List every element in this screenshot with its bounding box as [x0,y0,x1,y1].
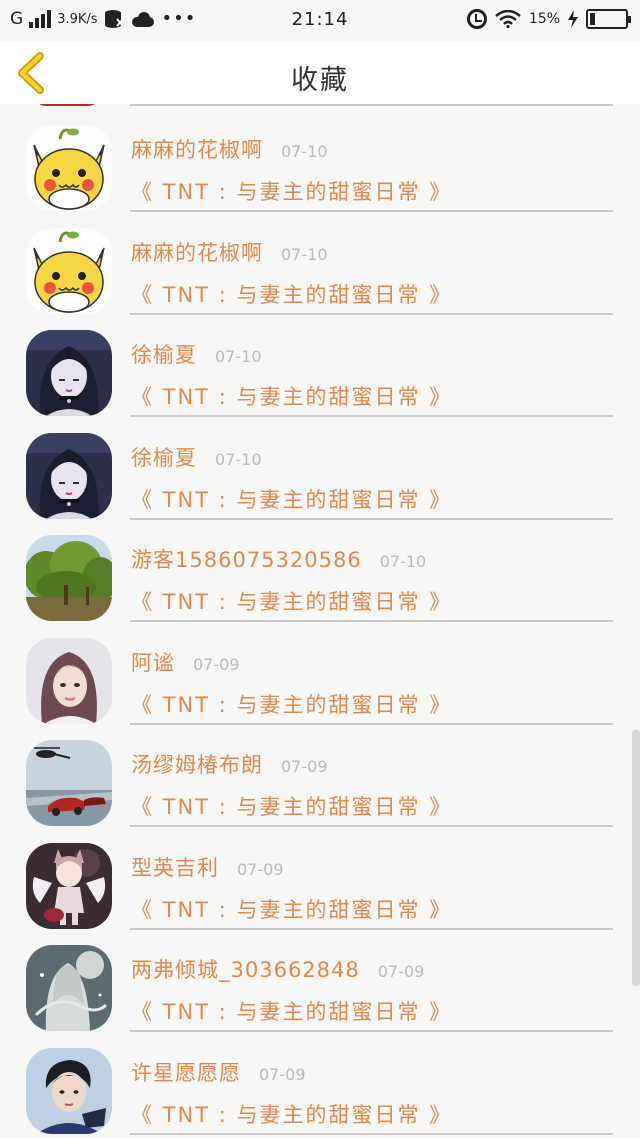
item-date: 07-10 [281,244,328,264]
battery-level [590,13,596,25]
alarm-icon [466,9,487,29]
user-name[interactable]: 许星愿愿愿 [131,1057,241,1087]
user-name[interactable]: 徐榆夏 [131,442,197,472]
item-header: 两弗倾城_303662848 07-09 [131,954,424,984]
book-title[interactable]: 《 TNT : 与妻主的甜蜜日常 》 [131,791,452,821]
user-name[interactable]: 麻麻的花椒啊 [131,237,263,267]
favorites-list[interactable]: 麻麻的花椒啊 07-10 《 TNT : 与妻主的甜蜜日常 》 麻麻的花椒啊 0… [0,104,640,1138]
page-title: 收藏 [291,65,349,96]
item-date: 07-10 [379,552,427,571]
battery-percent: 15% [528,11,560,27]
item-header: 型英吉利 07-09 [131,852,284,882]
item-date: 07-10 [215,449,262,469]
item-header: 许星愿愿愿 07-09 [131,1057,306,1087]
scrollbar[interactable] [632,730,640,986]
list-item[interactable]: 阿谧 07-09 《 TNT : 与妻主的甜蜜日常 》 [0,632,640,735]
list-item[interactable]: 型英吉利 07-09 《 TNT : 与妻主的甜蜜日常 》 [0,837,640,940]
row-divider [130,517,613,520]
pikachu-avatar-image [26,227,112,314]
tree-avatar-image [26,535,112,621]
item-header: 徐榆夏 07-10 [131,339,262,369]
list-item[interactable]: 徐榆夏 07-10 《 TNT : 与妻主的甜蜜日常 》 [0,324,640,427]
fairy-avatar-image [26,945,112,1031]
book-title[interactable]: 《 TNT : 与妻主的甜蜜日常 》 [131,1099,452,1129]
book-title[interactable]: 《 TNT : 与妻主的甜蜜日常 》 [131,689,452,719]
book-title[interactable]: 《 TNT : 与妻主的甜蜜日常 》 [131,894,452,924]
user-name[interactable]: 汤缪姆椿布朗 [131,749,263,779]
user-name[interactable]: 徐榆夏 [131,339,197,369]
status-right: 15% [466,9,631,29]
row-divider [130,620,613,622]
catgirl-avatar-image [26,842,112,929]
user-avatar[interactable] [26,842,112,929]
book-title[interactable]: 《 TNT : 与妻主的甜蜜日常 》 [131,996,452,1026]
book-title[interactable]: 《 TNT : 与妻主的甜蜜日常 》 [131,176,452,206]
book-title[interactable]: 《 TNT : 与妻主的甜蜜日常 》 [131,279,452,309]
anime-girl-avatar-image [26,432,112,519]
top-bar: 收藏 [0,42,640,104]
user-avatar[interactable] [26,330,112,416]
list-item-partial [0,104,640,108]
list-item[interactable]: 徐榆夏 07-10 《 TNT : 与妻主的甜蜜日常 》 [0,427,640,530]
user-name[interactable]: 阿谧 [131,647,175,677]
wifi-icon [495,10,521,28]
boy-photo-avatar-image [26,1047,112,1134]
user-avatar[interactable] [26,740,112,826]
user-avatar[interactable] [26,125,112,211]
user-name[interactable]: 型英吉利 [131,852,219,882]
user-avatar[interactable] [26,227,112,314]
status-bar: G 3.9K/s ••• 21:14 15% [0,0,640,42]
item-header: 阿谧 07-09 [131,647,240,677]
row-divider [130,1030,613,1032]
user-avatar[interactable] [26,1047,112,1134]
book-title[interactable]: 《 TNT : 与妻主的甜蜜日常 》 [131,484,452,514]
battery-icon [586,9,631,29]
item-date: 07-10 [215,347,262,366]
item-date: 07-09 [193,654,240,674]
row-divider [130,312,613,315]
pikachu-avatar-image [26,125,112,211]
user-name[interactable]: 两弗倾城_303662848 [131,954,360,984]
user-avatar[interactable] [26,432,112,519]
user-avatar[interactable] [26,945,112,1031]
list-item[interactable]: 麻麻的花椒啊 07-10 《 TNT : 与妻主的甜蜜日常 》 [0,119,640,222]
book-title[interactable]: 《 TNT : 与妻主的甜蜜日常 》 [131,381,452,411]
list-rows: 麻麻的花椒啊 07-10 《 TNT : 与妻主的甜蜜日常 》 麻麻的花椒啊 0… [0,119,640,1138]
item-header: 麻麻的花椒啊 07-10 [131,237,328,267]
row-divider [130,722,613,725]
avatar-partial [34,104,100,106]
charging-icon [568,10,578,28]
list-item[interactable]: 麻麻的花椒啊 07-10 《 TNT : 与妻主的甜蜜日常 》 [0,222,640,325]
row-divider [130,927,613,930]
item-header: 游客15860753205​86 07-10 [131,544,426,574]
girl-photo-avatar-image [26,637,112,724]
item-date: 07-09 [281,757,328,776]
book-title[interactable]: 《 TNT : 与妻主的甜蜜日常 》 [131,586,452,616]
user-name[interactable]: 游客15860753205​86 [131,544,362,574]
row-divider [130,104,613,106]
item-date: 07-09 [377,962,425,981]
item-header: 汤缪姆椿布朗 07-09 [131,749,328,779]
row-divider [130,1132,613,1135]
list-item[interactable]: 许星愿愿愿 07-09 《 TNT : 与妻主的甜蜜日常 》 [0,1042,640,1138]
row-divider [130,825,613,827]
item-header: 麻麻的花椒啊 07-10 [131,134,328,164]
user-avatar[interactable] [26,637,112,724]
list-item[interactable]: 两弗倾城_303662848 07-09 《 TNT : 与妻主的甜蜜日常 》 [0,939,640,1042]
item-header: 徐榆夏 07-10 [131,442,262,472]
user-name[interactable]: 麻麻的花椒啊 [131,134,263,164]
list-item[interactable]: 游客15860753205​86 07-10 《 TNT : 与妻主的甜蜜日常 … [0,529,640,632]
anime-girl-avatar-image [26,330,112,416]
list-item[interactable]: 汤缪姆椿布朗 07-09 《 TNT : 与妻主的甜蜜日常 》 [0,734,640,837]
item-date: 07-09 [259,1064,306,1084]
row-divider [130,415,613,417]
row-divider [130,210,613,212]
user-avatar[interactable] [26,535,112,621]
item-date: 07-10 [281,142,328,161]
item-date: 07-09 [237,859,284,879]
car-helicopter-avatar-image [26,740,112,826]
